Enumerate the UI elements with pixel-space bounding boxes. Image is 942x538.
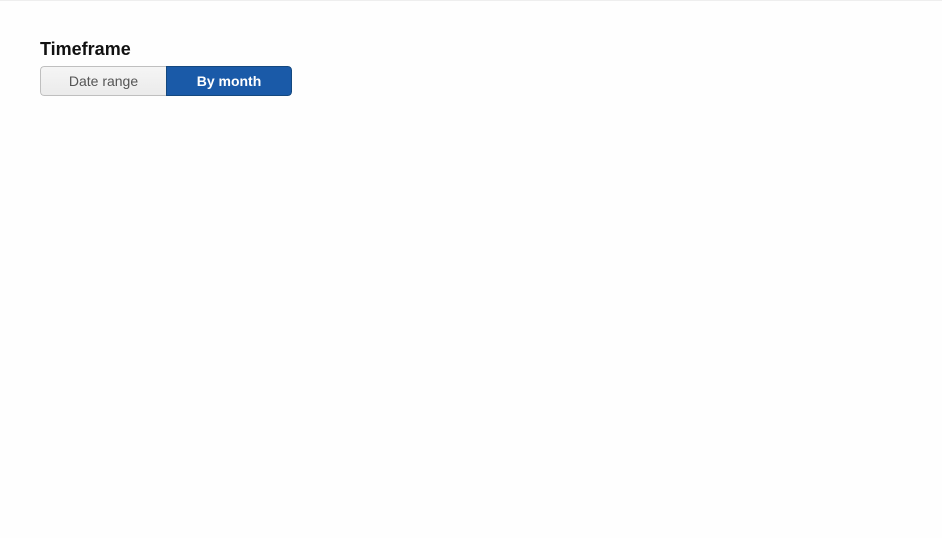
timeframe-segmented-control: Date range By month <box>40 66 292 96</box>
timeframe-option-date-range[interactable]: Date range <box>40 66 166 96</box>
timeframe-title: Timeframe <box>40 39 942 60</box>
timeframe-option-by-month[interactable]: By month <box>166 66 292 96</box>
